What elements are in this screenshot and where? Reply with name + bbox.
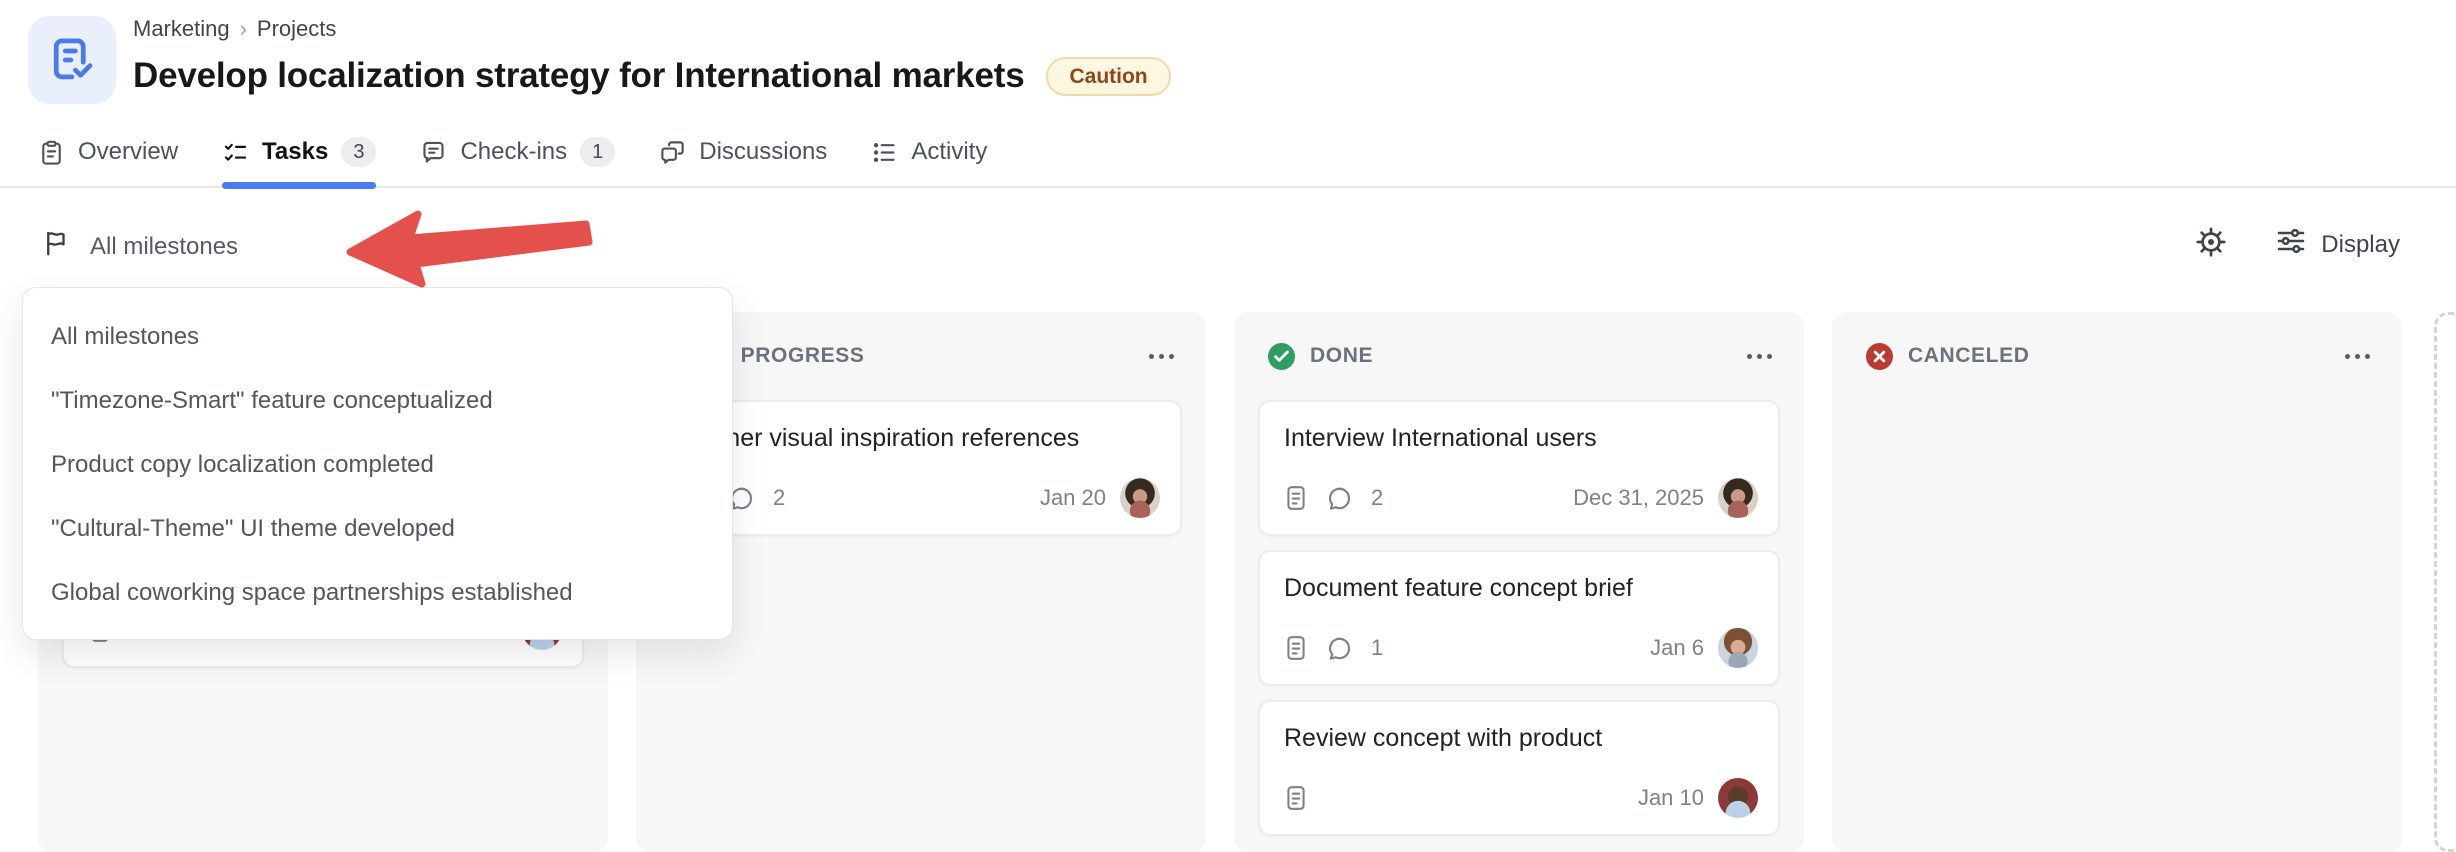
tab-label: Tasks (262, 138, 329, 165)
card-meta: Jan 10 (1284, 778, 1758, 818)
milestone-dropdown: All milestones "Timezone-Smart" feature c… (22, 287, 733, 640)
milestone-filter-label: All milestones (90, 232, 239, 260)
comment-count: 2 (1371, 485, 1384, 510)
board-column-done: DONE Interview International users 2 Dec… (1234, 312, 1804, 852)
breadcrumb: Marketing › Projects (133, 16, 1171, 42)
task-card[interactable]: Gather visual inspiration references 2 J… (660, 400, 1182, 536)
display-label: Display (2321, 230, 2400, 258)
column-name: CANCELED (1908, 344, 2030, 367)
page-title: Develop localization strategy for Intern… (133, 56, 1025, 95)
assignee-avatar (1718, 478, 1758, 518)
due-date: Dec 31, 2025 (1573, 485, 1704, 510)
comment-icon (420, 139, 447, 166)
card-meta: 2 Dec 31, 2025 (1284, 478, 1758, 518)
column-menu-button[interactable] (2339, 348, 2376, 365)
tab-bar: Overview Tasks 3 Check-ins 1 Discussions A… (0, 117, 2456, 189)
column-name: DONE (1310, 344, 1374, 367)
status-icon-canceled (1866, 342, 1893, 370)
filter-toolbar: All milestones Display (0, 214, 2456, 290)
tab-activity[interactable]: Activity (871, 117, 987, 187)
column-name: IN PROGRESS (712, 344, 865, 367)
tab-count-badge: 1 (580, 137, 616, 167)
milestone-option[interactable]: "Timezone-Smart" feature conceptualized (23, 369, 732, 433)
project-icon (28, 16, 116, 104)
status-badge: Caution (1046, 56, 1171, 96)
flag-icon (42, 228, 72, 265)
column-menu-button[interactable] (1143, 348, 1180, 365)
clipboard-icon (38, 139, 65, 166)
card-title: Interview International users (1284, 424, 1597, 452)
card-title: Document feature concept brief (1284, 574, 1633, 602)
task-card[interactable]: Document feature concept brief 1 Jan 6 (1258, 550, 1780, 686)
breadcrumb-separator: › (239, 16, 247, 41)
checklist-icon (222, 139, 249, 166)
comment-bubble-icon (1326, 635, 1353, 662)
add-column-placeholder[interactable] (2434, 312, 2456, 852)
document-icon (1284, 485, 1308, 511)
tab-label: Overview (78, 138, 179, 165)
breadcrumb-item[interactable]: Projects (257, 16, 336, 42)
column-header: DONE (1234, 312, 1804, 400)
assignee-avatar (1718, 628, 1758, 668)
task-card[interactable]: Review concept with product Jan 10 (1258, 700, 1780, 836)
milestone-filter-button[interactable]: All milestones (42, 228, 238, 265)
card-meta: 1 Jan 6 (1284, 628, 1758, 668)
comment-count: 2 (773, 485, 786, 510)
tab-overview[interactable]: Overview (38, 117, 178, 187)
card-title: Gather visual inspiration references (686, 424, 1080, 452)
tab-check-ins[interactable]: Check-ins 1 (420, 117, 616, 187)
board-column-canceled: CANCELED (1832, 312, 2402, 852)
due-date: Jan 6 (1650, 635, 1704, 660)
column-menu-button[interactable] (1741, 348, 1778, 365)
tab-label: Discussions (699, 138, 828, 165)
milestone-option[interactable]: Global coworking space partnerships esta… (23, 561, 732, 625)
milestone-option[interactable]: All milestones (23, 305, 732, 369)
sliders-icon (2275, 225, 2307, 264)
card-title: Review concept with product (1284, 724, 1603, 752)
comment-count: 1 (1371, 635, 1384, 660)
milestone-option[interactable]: "Cultural-Theme" UI theme developed (23, 497, 732, 561)
document-icon (1284, 785, 1308, 811)
assignee-avatar (1120, 478, 1160, 518)
column-header: CANCELED (1832, 312, 2402, 400)
comment-bubble-icon (1326, 485, 1353, 512)
due-date: Jan 10 (1637, 785, 1704, 810)
gear-icon[interactable] (2193, 224, 2229, 265)
activity-icon (871, 139, 898, 166)
display-button[interactable]: Display (2275, 225, 2400, 264)
milestone-option[interactable]: Product copy localization completed (23, 433, 732, 497)
chat-icon (659, 139, 686, 166)
tab-discussions[interactable]: Discussions (659, 117, 827, 187)
task-card[interactable]: Interview International users 2 Dec 31, … (1258, 400, 1780, 536)
status-icon-done (1268, 342, 1295, 370)
tab-label: Activity (911, 138, 988, 165)
card-meta: 2 Jan 20 (686, 478, 1160, 518)
tab-count-badge: 3 (341, 137, 377, 167)
breadcrumb-item[interactable]: Marketing (133, 16, 230, 42)
tab-label: Check-ins (460, 138, 568, 165)
assignee-avatar (1718, 778, 1758, 818)
tab-tasks[interactable]: Tasks 3 (222, 117, 377, 189)
due-date: Jan 20 (1039, 485, 1106, 510)
document-icon (1284, 635, 1308, 661)
